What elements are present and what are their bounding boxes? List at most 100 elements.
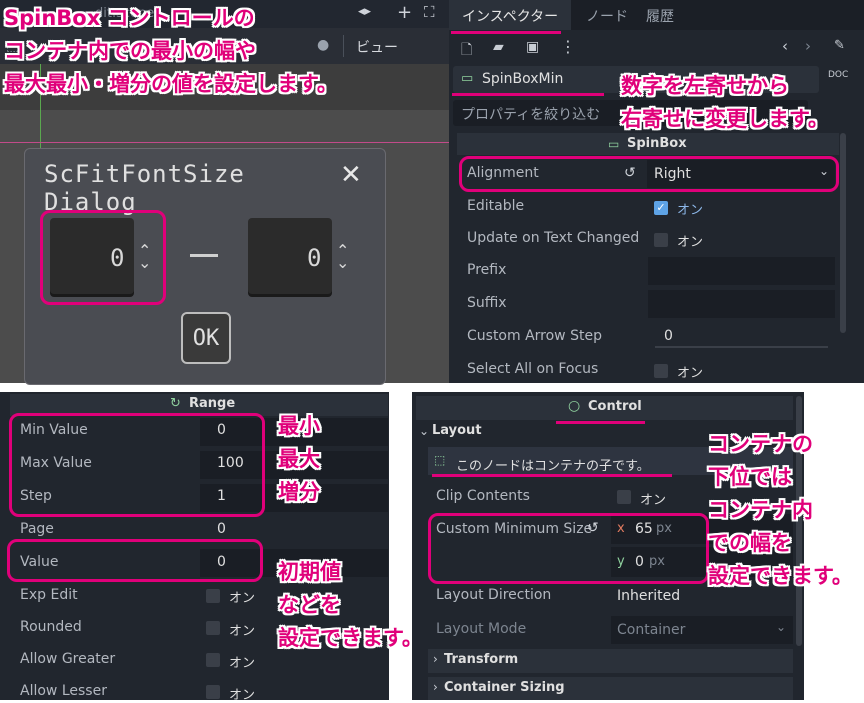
save-icon[interactable]: ▣ bbox=[526, 39, 539, 55]
spinbox-max-arrows-icon[interactable]: ⌃ ⌄ bbox=[336, 243, 349, 271]
prop-prefix-input[interactable] bbox=[648, 257, 835, 285]
prop-update-checkbox[interactable] bbox=[654, 233, 668, 247]
tab-inspector[interactable]: インスペクター bbox=[462, 6, 558, 26]
fullscreen-icon[interactable]: ⛶ bbox=[424, 3, 435, 21]
tab-node[interactable]: ノード bbox=[586, 6, 628, 26]
range-title: Range bbox=[189, 396, 236, 411]
container-sizing-title: Container Sizing bbox=[444, 680, 565, 695]
control-class-icon: ○ bbox=[568, 398, 581, 414]
class-name: SpinBox bbox=[627, 136, 687, 151]
layout-mode-label: Layout Mode bbox=[436, 621, 527, 637]
control-title: Control bbox=[588, 399, 642, 414]
callout-line: での幅を bbox=[708, 531, 792, 555]
tools-icon[interactable]: ✎ bbox=[834, 38, 845, 53]
history-back-icon[interactable]: ‹ bbox=[782, 37, 788, 55]
prop-suffix-label: Suffix bbox=[467, 295, 507, 311]
prop-select-all-label: Select All on Focus bbox=[467, 361, 599, 377]
range-page-label: Page bbox=[20, 521, 54, 537]
add-tab-icon[interactable]: + bbox=[397, 2, 412, 23]
more-options-icon[interactable]: ⋮ bbox=[560, 37, 576, 56]
callout-line: コンテナの bbox=[708, 432, 813, 456]
range-dash bbox=[190, 254, 218, 257]
prop-editable-value: オン bbox=[677, 203, 704, 218]
view-menu-button[interactable]: ビュー bbox=[356, 37, 398, 57]
callout-alignment: 数字を左寄せから 右寄せに変更します。 bbox=[621, 70, 829, 136]
range-minmax-highlight bbox=[9, 413, 265, 517]
range-class-icon: ↻ bbox=[170, 396, 181, 411]
range-allow-greater-label: Allow Greater bbox=[20, 651, 116, 667]
spinbox-node-icon: ▭ bbox=[461, 71, 474, 86]
callout-line: 増分 bbox=[278, 480, 320, 504]
prop-editable-label: Editable bbox=[467, 198, 525, 214]
container-note-underline bbox=[432, 474, 672, 477]
spinbox-max-value: 0 bbox=[307, 244, 322, 272]
spinbox-highlight bbox=[40, 210, 166, 305]
horizontal-guide bbox=[0, 142, 449, 143]
chevron-down-icon[interactable]: ⌄ bbox=[776, 620, 786, 634]
callout-line: 下位では bbox=[708, 465, 792, 489]
callout-line: 数字を左寄せから bbox=[621, 74, 789, 98]
callout-range-value: 初期値 などを 設定できます。 bbox=[278, 556, 423, 655]
range-allow-greater-checkbox[interactable] bbox=[206, 653, 220, 667]
layout-mode-value: Container bbox=[617, 622, 686, 638]
dialog-close-icon[interactable]: ✕ bbox=[340, 160, 370, 194]
container-icon: ⬚ bbox=[434, 453, 446, 467]
callout-line: 最小 bbox=[278, 414, 320, 438]
callout-line: コンテナ内での最小の幅や bbox=[4, 39, 256, 63]
alignment-highlight bbox=[459, 156, 839, 192]
tab-underline bbox=[451, 31, 561, 34]
range-allow-lesser-label: Allow Lesser bbox=[20, 683, 107, 699]
tab-nav-icon[interactable]: ◂▸ bbox=[358, 4, 371, 19]
callout-line: 最大 bbox=[278, 447, 320, 471]
prop-prefix-label: Prefix bbox=[467, 262, 507, 278]
dialog-title: ScFitFontSize Dialog bbox=[44, 160, 245, 216]
callout-top-left: SpinBox コントロールの コンテナ内での最小の幅や 最大最小・増分の値を設… bbox=[4, 2, 338, 101]
range-allow-lesser-checkbox[interactable] bbox=[206, 685, 220, 699]
callout-control: コンテナの 下位では コンテナ内 での幅を 設定できます。 bbox=[708, 428, 853, 593]
toolbar-divider bbox=[343, 35, 344, 57]
prop-update-label: Update on Text Changed bbox=[467, 230, 640, 246]
layout-direction-label: Layout Direction bbox=[436, 587, 552, 603]
callout-line: コンテナ内 bbox=[708, 498, 813, 522]
chevron-right-icon: › bbox=[433, 652, 438, 666]
clip-contents-label: Clip Contents bbox=[436, 488, 530, 504]
doc-icon[interactable]: DOC bbox=[828, 70, 848, 80]
min-size-highlight bbox=[428, 513, 709, 584]
node-name-underline bbox=[452, 93, 604, 96]
range-allow-lesser-value: オン bbox=[229, 688, 256, 703]
transform-title: Transform bbox=[444, 652, 519, 667]
control-title-underline bbox=[556, 421, 645, 424]
range-exp-edit-label: Exp Edit bbox=[20, 587, 78, 603]
callout-line: 最大最小・増分の値を設定します。 bbox=[4, 72, 338, 96]
tab-history[interactable]: 履歴 bbox=[646, 6, 674, 26]
inspector-scrollbar[interactable] bbox=[840, 133, 846, 333]
layout-section-title[interactable]: Layout bbox=[432, 423, 482, 438]
prop-suffix-input[interactable] bbox=[648, 290, 835, 318]
ok-button[interactable]: OK bbox=[181, 312, 231, 364]
callout-line: SpinBox コントロールの bbox=[4, 6, 255, 30]
container-note: このノードはコンテナの子です。 bbox=[456, 459, 650, 474]
range-allow-greater-value: オン bbox=[229, 656, 256, 671]
prop-arrow-step-slider[interactable] bbox=[655, 346, 828, 348]
prop-select-all-checkbox[interactable] bbox=[654, 364, 668, 378]
prop-editable-checkbox[interactable]: ✓ bbox=[654, 201, 668, 215]
prop-update-value: オン bbox=[677, 235, 704, 250]
chevron-down-icon[interactable]: ⌄ bbox=[419, 424, 429, 438]
layout-direction-value[interactable]: Inherited bbox=[617, 588, 680, 604]
history-forward-icon[interactable]: › bbox=[805, 37, 811, 55]
range-value-highlight bbox=[7, 539, 263, 582]
chevron-right-icon: › bbox=[433, 680, 438, 694]
range-page-value[interactable]: 0 bbox=[217, 521, 226, 537]
clip-contents-checkbox[interactable] bbox=[617, 490, 631, 504]
range-exp-edit-checkbox[interactable] bbox=[206, 589, 220, 603]
prop-arrow-step-value[interactable]: 0 bbox=[664, 328, 673, 344]
open-folder-icon[interactable]: ▰ bbox=[493, 39, 504, 55]
callout-range-min-max: 最小 最大 増分 bbox=[278, 410, 320, 509]
clip-contents-value: オン bbox=[640, 493, 667, 508]
new-resource-icon[interactable]: 🗋 bbox=[461, 39, 472, 63]
callout-line: 右寄せに変更します。 bbox=[621, 107, 829, 131]
range-exp-edit-value: オン bbox=[229, 591, 256, 606]
callout-line: 設定できます。 bbox=[278, 626, 423, 650]
prop-arrow-step-label: Custom Arrow Step bbox=[467, 328, 602, 344]
range-rounded-checkbox[interactable] bbox=[206, 621, 220, 635]
